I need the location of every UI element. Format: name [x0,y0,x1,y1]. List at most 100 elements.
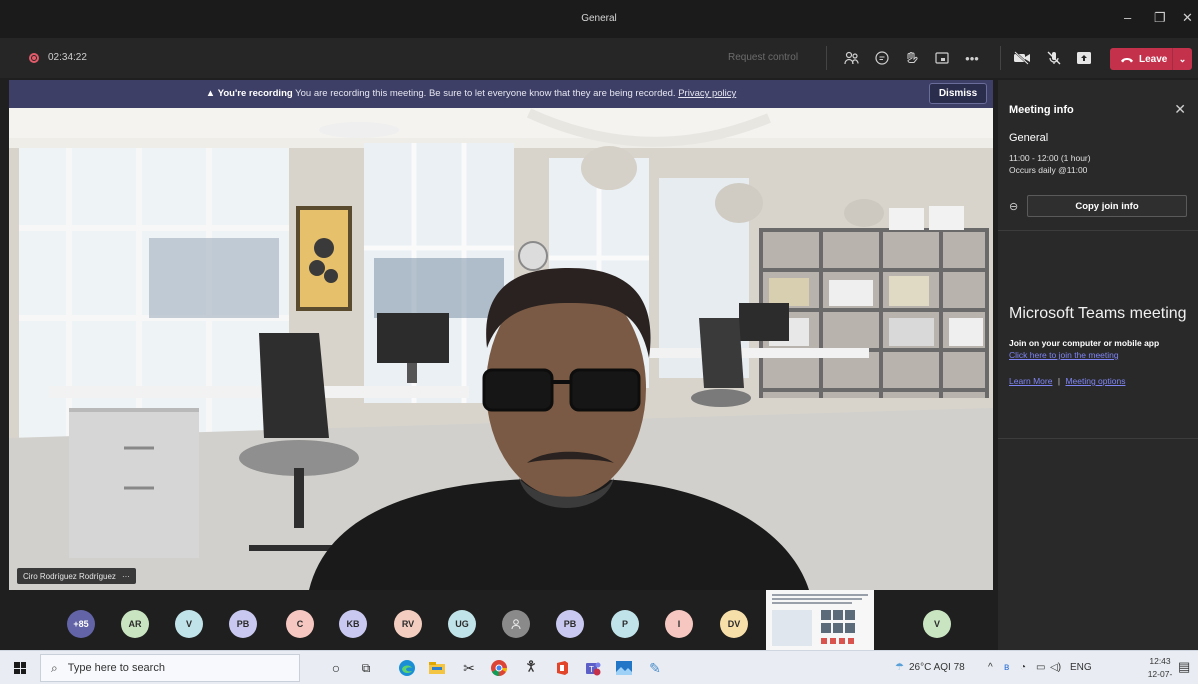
file-explorer-icon[interactable] [427,658,447,678]
recording-banner-text: You are recording this meeting. Be sure … [292,88,679,99]
avatar-initials: RV [401,619,415,629]
reactions-icon[interactable] [901,47,923,69]
close-panel-icon[interactable]: ✕ [1174,101,1186,118]
paint-app-icon[interactable]: ✂ [459,658,479,678]
recording-banner-message: ▲ You're recording You are recording thi… [9,88,933,99]
meeting-name: General [1009,132,1049,144]
fitness-app-icon[interactable]: 🯆 [521,658,541,678]
network-icon[interactable]: ◔ [1020,662,1026,673]
clock-date: 12-07-2021 [1147,669,1173,684]
video-background-office [9,108,993,590]
panel-heading: Meeting info [1009,104,1074,116]
chat-icon[interactable] [871,47,893,69]
battery-icon[interactable]: ▭ [1036,662,1045,673]
meeting-options-link[interactable]: Meeting options [1065,376,1125,386]
participant-avatar[interactable]: V [923,610,951,638]
person-icon [511,619,521,630]
leave-label: Leave [1139,53,1168,65]
link-separator: | [1057,376,1061,386]
windows-taskbar: ⌕ Type here to search ○ ⧉ ✂ 🯆 T ✎ ☂ 26°C… [0,650,1198,684]
taskbar-clock[interactable]: 12:43 12-07-2021 [1140,655,1180,684]
shared-content-thumbnail[interactable] [766,590,874,652]
avatar-initials: PB [563,619,577,629]
language-indicator[interactable]: ENG [1070,662,1092,673]
office-app-icon[interactable] [552,658,572,678]
privacy-policy-link[interactable]: Privacy policy [678,88,736,99]
shared-slide-preview [766,590,874,652]
participant-avatar[interactable] [502,610,530,638]
volume-icon[interactable]: ◁) [1050,662,1061,673]
link-icon: ⊖ [1009,201,1019,213]
participant-avatar[interactable]: PB [556,610,584,638]
cortana-icon[interactable]: ○ [326,658,346,678]
learn-more-link[interactable]: Learn More [1009,376,1052,386]
windows-start-icon[interactable] [14,662,26,674]
teams-app-icon[interactable]: T [583,658,603,678]
recording-banner-title: You're recording [217,88,293,99]
learn-more-row: Learn More | Meeting options [1009,376,1125,386]
speaker-name-tag: Ciro Rodríguez Rodríguez ··· [17,568,136,584]
participant-avatar[interactable]: I [665,610,693,638]
breakout-rooms-icon[interactable] [931,47,953,69]
speaker-video: Ciro Rodríguez Rodríguez ··· [9,108,993,590]
search-placeholder: Type here to search [67,662,165,674]
avatar-initials: UG [455,619,469,629]
recording-indicator-icon [29,53,39,63]
speaker-name: Ciro Rodríguez Rodríguez [23,571,116,581]
edge-browser-icon[interactable] [397,658,417,678]
join-instructions: Join on your computer or mobile app [1009,338,1160,348]
leave-button[interactable]: Leave ⌄ [1110,48,1192,70]
maximize-button[interactable]: ❐ [1154,10,1166,26]
meeting-toolbar: 02:34:22 Request control ••• Leave ⌄ [0,38,1198,78]
participant-avatar[interactable]: C [286,610,314,638]
weather-text[interactable]: 26°C AQI 78 [909,662,965,673]
paint-brush-app-icon[interactable]: ✎ [645,658,665,678]
join-meeting-link[interactable]: Click here to join the meeting [1009,350,1119,360]
avatar-initials: P [621,619,628,629]
leave-options-chevron-icon[interactable]: ⌄ [1172,48,1192,70]
avatar-initials: V [185,619,192,629]
close-window-button[interactable]: ✕ [1182,10,1193,26]
task-view-icon[interactable]: ⧉ [356,658,376,678]
participant-avatar[interactable]: RV [394,610,422,638]
minimize-button[interactable]: – [1124,10,1131,25]
participant-avatar[interactable]: KB [339,610,367,638]
taskbar-search-box[interactable]: ⌕ Type here to search [40,654,300,682]
participant-avatar[interactable]: AR [121,610,149,638]
copy-join-info-button[interactable]: Copy join info [1027,195,1187,217]
meeting-time: 11:00 - 12:00 (1 hour) [1009,153,1091,163]
avatar-initials: +85 [73,619,89,629]
participant-avatar[interactable]: UG [448,610,476,638]
participant-avatar[interactable]: V [175,610,203,638]
more-participants-avatar[interactable]: +85 [67,610,95,638]
search-icon: ⌕ [51,660,58,675]
meeting-info-panel: Meeting info ✕ General 11:00 - 12:00 (1 … [998,80,1198,650]
participant-avatar[interactable]: PB [229,610,257,638]
participants-icon[interactable] [841,47,863,69]
window-title: General [581,13,617,24]
request-control-button[interactable]: Request control [728,52,798,63]
bluetooth-icon[interactable]: ʙ [1004,662,1009,673]
show-hidden-icons-chevron-icon[interactable]: ^ [988,662,993,673]
notifications-icon[interactable]: ▤ [1178,659,1190,675]
microphone-muted-icon[interactable] [1043,47,1065,69]
chrome-browser-icon[interactable] [489,658,509,678]
avatar-initials: V [933,619,940,629]
more-options-icon[interactable]: ··· [122,572,130,581]
avatar-initials: I [677,619,681,629]
toolbar-divider [826,46,827,70]
panel-divider [998,230,1198,231]
warning-icon: ▲ [205,88,218,99]
meeting-timer: 02:34:22 [48,52,87,63]
participant-avatar[interactable]: DV [720,610,748,638]
teams-meeting-title: Microsoft Teams meeting [1009,305,1187,322]
more-options-icon[interactable]: ••• [961,47,983,69]
camera-off-icon[interactable] [1011,47,1033,69]
weather-icon: ☂ [895,662,904,673]
dismiss-button[interactable]: Dismiss [929,83,987,104]
avatar-initials: C [296,619,304,629]
photos-app-icon[interactable] [614,658,634,678]
participant-avatar[interactable]: P [611,610,639,638]
avatar-initials: DV [727,619,741,629]
share-screen-icon[interactable] [1073,47,1095,69]
